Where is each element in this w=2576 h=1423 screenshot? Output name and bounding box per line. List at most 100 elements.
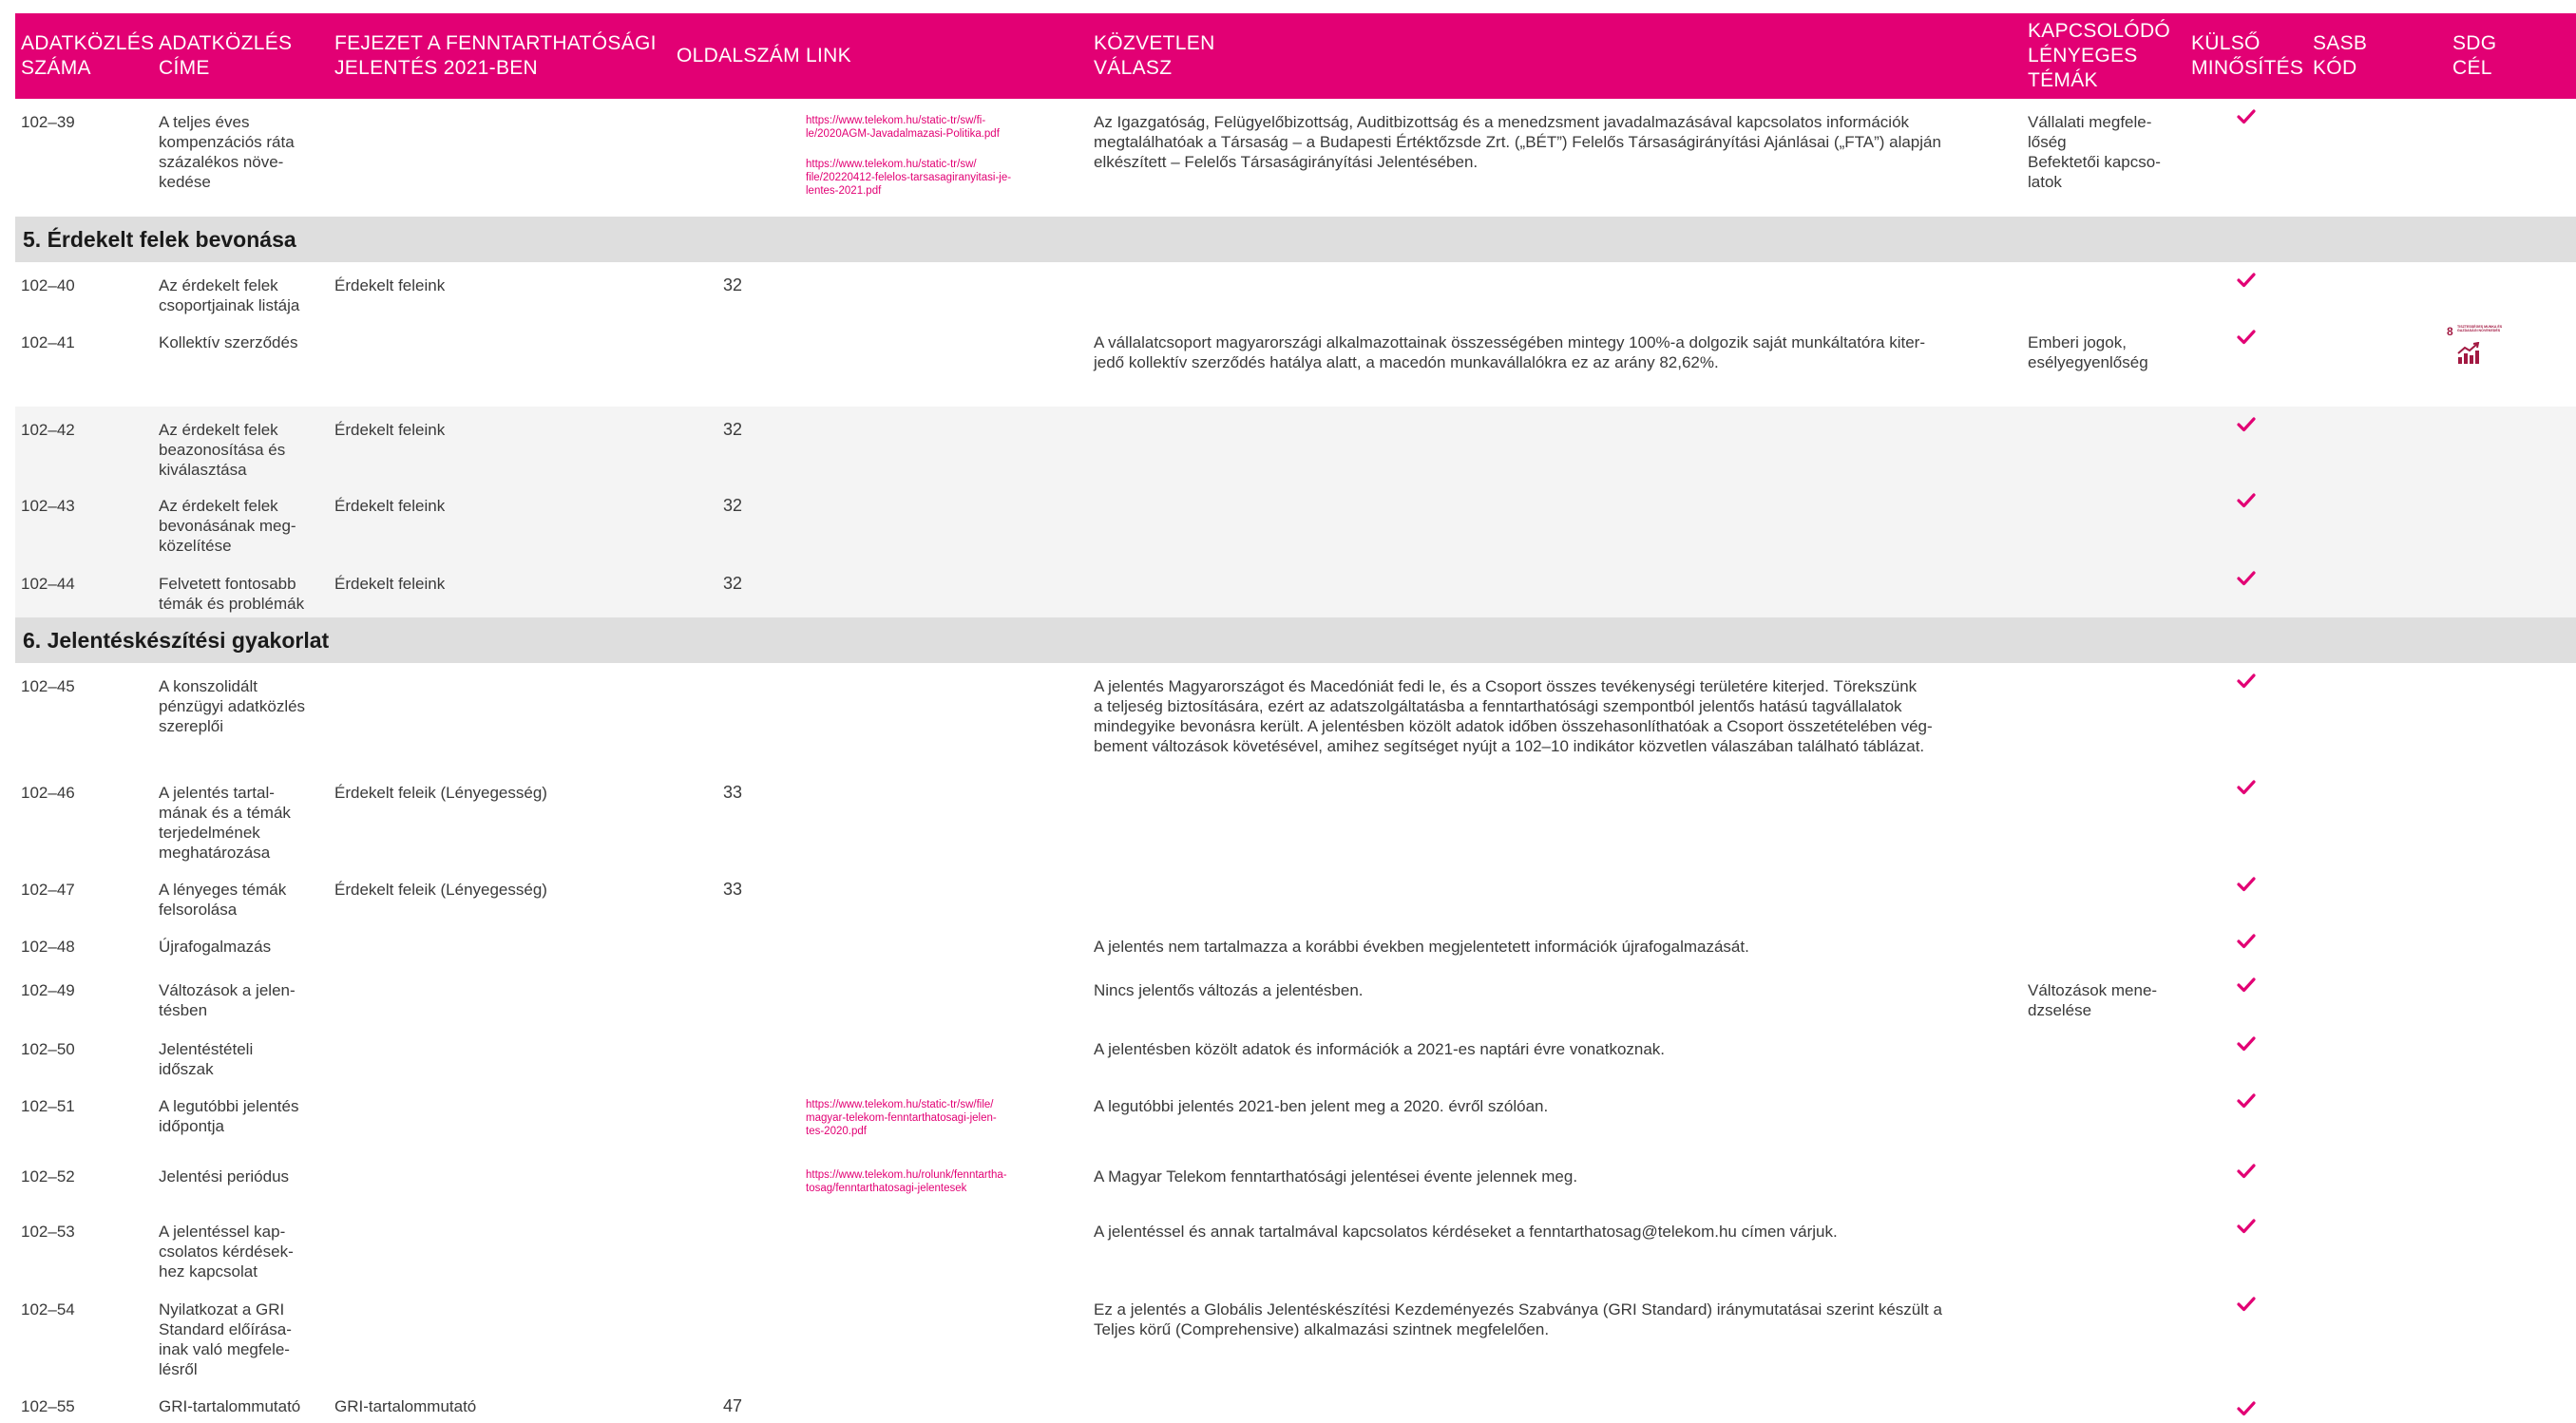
row-id: 102–51 [21,1097,75,1115]
checkmark-icon [2237,1093,2256,1109]
row-id: 102–47 [21,881,75,899]
checkmark-icon [2237,977,2256,993]
row-title: A konszolidált pénzügyi adatközlés szere… [159,677,306,735]
checkmark-icon [2237,934,2256,949]
row-title: Az érdekelt felek beazonosítása és kivál… [159,421,286,479]
row-id: 102–49 [21,981,75,999]
row-title: Jelentési periódus [159,1167,290,1186]
top-margin [0,0,2576,13]
row-page: 33 [723,880,743,899]
header-kozvetlen-valasz: KÖZVETLEN VÁLASZ [1094,32,1215,79]
table-row: 102–40 Az érdekelt felek csoportjainak l… [15,262,2576,319]
table-row: 102–48 Újrafogalmazás A jelentés nem tar… [15,923,2576,967]
checkmark-icon [2237,1401,2256,1416]
table-row: 102–50 Jelentéstételi időszak A jelentés… [15,1026,2576,1083]
table-row: 102–55 GRI-tartalommutató GRI-tartalommu… [15,1385,2576,1423]
row-id: 102–42 [21,421,75,439]
checkmark-icon [2237,1219,2256,1234]
row-title: A teljes éves kompenzációs ráta százalék… [159,113,295,191]
row-title: Az érdekelt felek csoportjainak listája [159,276,300,314]
row-page: 33 [723,783,743,802]
row-id: 102–44 [21,575,75,593]
checkmark-icon [2237,417,2256,432]
row-topics: Emberi jogok, esélyegyenlőség [2028,333,2148,371]
row-title: A jelentéssel kap- csolatos kérdések- he… [159,1223,294,1281]
table-row: 102–42 Az érdekelt felek beazonosítása é… [15,407,2576,483]
checkmark-icon [2237,780,2256,795]
checkmark-icon [2237,1297,2256,1312]
row-page: 32 [723,496,743,515]
table-row: 102–41 Kollektív szerződés A vállalatcso… [15,319,2576,407]
checkmark-icon [2237,109,2256,124]
row-id: 102–43 [21,497,75,515]
row-answer: A jelentéssel és annak tartalmával kapcs… [1094,1223,1838,1241]
row-answer: Nincs jelentős változás a jelentésben. [1094,981,1364,999]
header-adatkozles-cime: ADATKÖZLÉS CÍME [159,32,293,79]
checkmark-icon [2237,877,2256,892]
table-row: 102–45 A konszolidált pénzügyi adatközlé… [15,663,2576,769]
row-page: 32 [723,275,743,294]
table-row: 102–53 A jelentéssel kap- csolatos kérdé… [15,1208,2576,1286]
row-title: Újrafogalmazás [159,938,272,956]
row-id: 102–41 [21,333,75,351]
section-title: 6. Jelentéskészítési gyakorlat [23,627,330,653]
table-row: 102–52 Jelentési periódus https://www.te… [15,1153,2576,1208]
row-title: A legutóbbi jelentés időpontja [159,1097,299,1135]
row-answer: Az Igazgatóság, Felügyelőbizottság, Audi… [1094,113,1941,171]
growth-chart-icon [2457,342,2480,364]
row-id: 102–54 [21,1300,75,1319]
checkmark-icon [2237,1164,2256,1179]
row-chapter: Érdekelt feleik (Lényegesség) [334,881,547,899]
table-row: 102–39 A teljes éves kompenzációs ráta s… [15,99,2576,217]
header-oldalszam: OLDALSZÁM [677,45,800,66]
row-topics: Vállalati megfele- lőség Befektetői kapc… [2028,113,2161,191]
row-answer: A jelentés Magyarországot és Macedóniát … [1094,677,1933,755]
row-link[interactable]: https://www.telekom.hu/static-tr/sw/ fil… [806,158,1091,198]
row-title: A lényeges témák felsorolása [159,881,287,919]
row-chapter: Érdekelt feleink [334,575,446,593]
checkmark-icon [2237,330,2256,345]
row-title: Változások a jelen- tésben [159,981,296,1019]
row-chapter: GRI-tartalommutató [334,1397,477,1415]
sdg-8-icon: 8 TISZTESSÉGES MUNKA ÉS GAZDASÁGI NÖVEKE… [2447,325,2504,372]
table-row: 102–47 A lényeges témák felsorolása Érde… [15,866,2576,923]
table-row: 102–43 Az érdekelt felek bevonásának meg… [15,483,2576,560]
row-page: 32 [723,574,743,593]
row-chapter: Érdekelt feleink [334,497,446,515]
row-link[interactable]: https://www.telekom.hu/rolunk/fenntartha… [806,1168,1091,1195]
row-answer: A legutóbbi jelentés 2021-ben jelent meg… [1094,1097,1549,1115]
row-title: Jelentéstételi időszak [159,1040,254,1078]
row-id: 102–46 [21,784,75,802]
row-title: Az érdekelt felek bevonásának meg- közel… [159,497,296,555]
row-chapter: Érdekelt feleink [334,421,446,439]
row-id: 102–55 [21,1397,75,1415]
table-row: 102–49 Változások a jelen- tésben Nincs … [15,967,2576,1026]
row-answer: A vállalatcsoport magyarországi alkalmaz… [1094,333,1925,371]
header-fejezet: FEJEZET A FENNTARTHATÓSÁGI JELENTÉS 2021… [334,32,657,79]
row-answer: A Magyar Telekom fenntarthatósági jelent… [1094,1167,1578,1186]
row-title: GRI-tartalommutató [159,1397,301,1415]
table-row: 102–51 A legutóbbi jelentés időpontja ht… [15,1083,2576,1153]
row-id: 102–40 [21,276,75,294]
table-row: 102–46 A jelentés tartal- mának és a tém… [15,769,2576,866]
row-link[interactable]: https://www.telekom.hu/static-tr/sw/file… [806,1098,1091,1138]
checkmark-icon [2237,674,2256,689]
row-id: 102–50 [21,1040,75,1058]
row-id: 102–39 [21,113,75,131]
table-row: 102–54 Nyilatkozat a GRI Standard előírá… [15,1286,2576,1385]
row-page: 32 [723,420,743,439]
row-answer: A jelentésben közölt adatok és informáci… [1094,1040,1666,1058]
row-title: Nyilatkozat a GRI Standard előírása- ina… [159,1300,292,1378]
section-title: 5. Érdekelt felek bevonása [23,226,296,252]
row-link[interactable]: https://www.telekom.hu/static-tr/sw/fi- … [806,114,1091,141]
header-sdg-cel: SDG CÉL [2452,32,2497,79]
header-kulso-minosites: KÜLSŐ MINŐSÍTÉS [2191,32,2304,79]
row-page: 47 [723,1396,743,1415]
header-kapcsolodo-temak: KAPCSOLÓDÓ LÉNYEGES TÉMÁK [2028,20,2171,91]
row-chapter: Érdekelt feleik (Lényegesség) [334,784,547,802]
sdg-text: TISZTESSÉGES MUNKA ÉS GAZDASÁGI NÖVEKEDÉ… [2457,325,2503,332]
header-link: LINK [806,45,851,66]
section-header: 5. Érdekelt felek bevonása [15,217,2576,262]
row-title: A jelentés tartal- mának és a témák terj… [159,784,291,862]
section-header: 6. Jelentéskészítési gyakorlat [15,617,2576,663]
